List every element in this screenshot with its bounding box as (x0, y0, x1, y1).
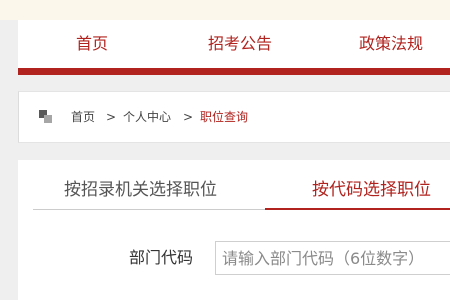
breadcrumb-current: 职位查询 (200, 110, 249, 124)
tab-by-agency[interactable]: 按招录机关选择职位 (64, 176, 217, 204)
position-search-panel: 按招录机关选择职位 按代码选择职位 部门代码 (18, 160, 450, 300)
breadcrumb: 首页 > 个人中心 > 职位查询 (18, 91, 450, 143)
breadcrumb-home[interactable]: 首页 (71, 92, 95, 142)
department-code-label: 部门代码 (129, 248, 194, 267)
department-code-input[interactable] (215, 241, 450, 275)
home-icon (39, 110, 53, 124)
tab-divider (33, 209, 265, 210)
breadcrumb-separator: > (106, 110, 117, 124)
nav-item-policies[interactable]: 政策法规 (359, 20, 423, 68)
nav-item-home[interactable]: 首页 (76, 20, 108, 68)
top-strip (0, 0, 450, 20)
nav-item-announcements[interactable]: 招考公告 (208, 20, 272, 68)
breadcrumb-separator: > (183, 110, 194, 124)
nav-underline (18, 68, 450, 75)
main-nav: 首页 招考公告 政策法规 (18, 20, 450, 68)
active-tab-indicator (265, 208, 450, 210)
breadcrumb-personal-center[interactable]: 个人中心 (123, 92, 171, 142)
tab-by-code[interactable]: 按代码选择职位 (312, 176, 431, 204)
